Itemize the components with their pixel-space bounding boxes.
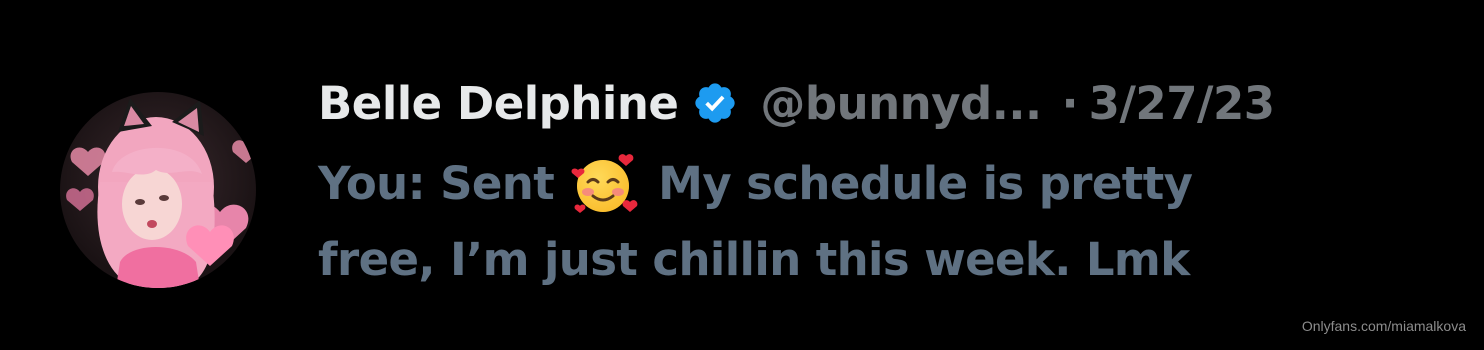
user-handle[interactable]: @bunnyd... <box>760 77 1042 130</box>
display-name[interactable]: Belle Delphine <box>318 77 679 130</box>
dm-preview-card[interactable]: Belle Delphine @bunnyd... · 3/27/23 You:… <box>0 0 1484 350</box>
smiling-face-with-hearts-icon <box>570 150 640 216</box>
tweet-header: Belle Delphine @bunnyd... · 3/27/23 <box>318 72 1275 134</box>
avatar[interactable] <box>60 92 256 288</box>
message-preview-line-1: You: Sent My schedule is pretty <box>318 150 1193 216</box>
message-preview-line-2: free, I’m just chillin this week. Lmk <box>318 226 1190 292</box>
separator-dot: · <box>1061 76 1079 130</box>
verified-badge-icon <box>692 80 738 126</box>
watermark: Onlyfans.com/miamalkova <box>1301 318 1466 334</box>
message-text-line-2: free, I’m just chillin this week. Lmk <box>318 232 1190 286</box>
avatar-image <box>66 98 256 288</box>
message-text-line-1: My schedule is pretty <box>658 156 1193 210</box>
timestamp[interactable]: 3/27/23 <box>1089 77 1275 130</box>
message-prefix: You: Sent <box>318 156 555 210</box>
